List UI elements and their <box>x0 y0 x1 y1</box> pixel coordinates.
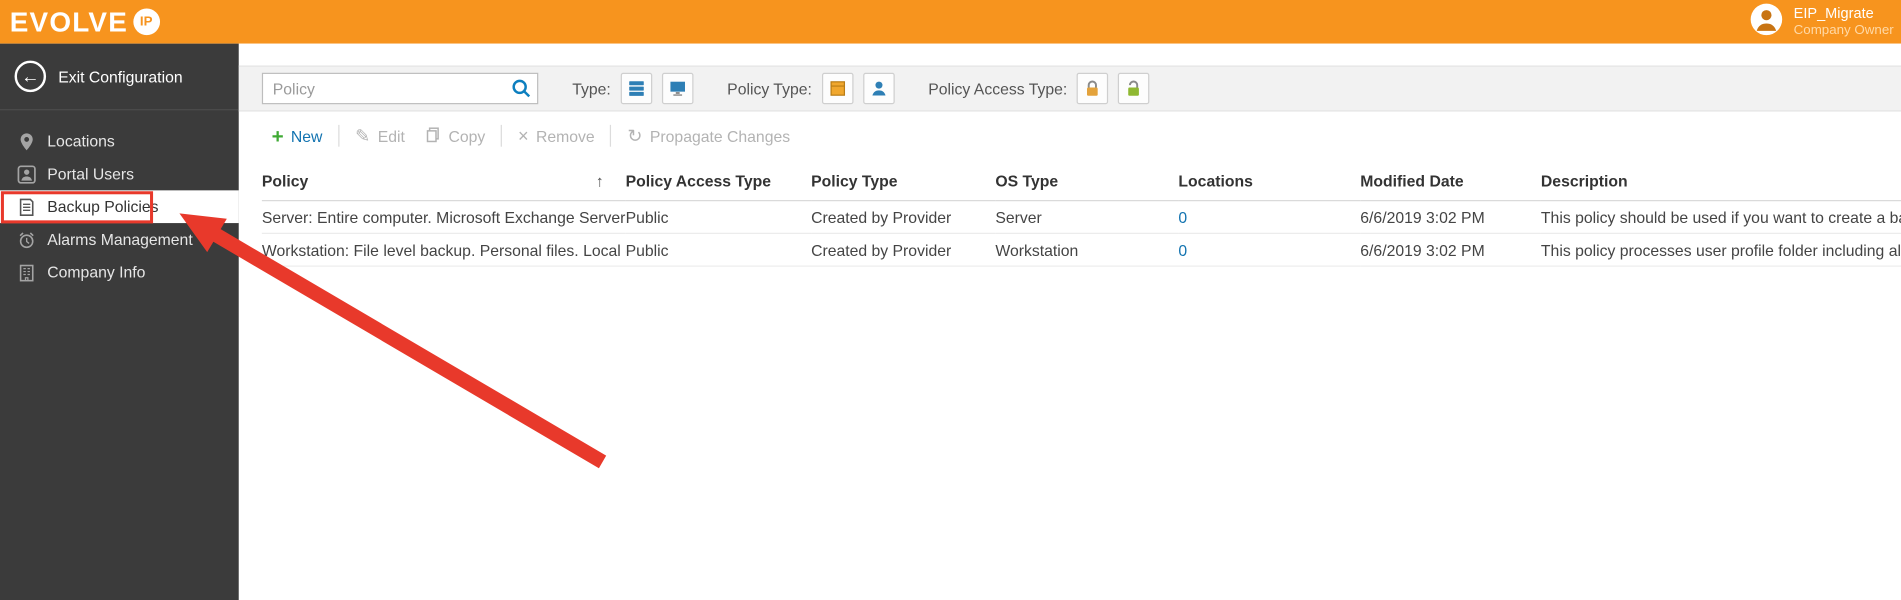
type-server-filter-button[interactable] <box>620 72 653 105</box>
copy-icon <box>424 125 441 146</box>
sidebar-item-label: Locations <box>47 132 115 151</box>
cell-os-type: Workstation <box>995 233 1179 267</box>
refresh-arrows-icon: ↻ <box>627 125 643 147</box>
user-role: Company Owner <box>1793 22 1894 38</box>
building-icon <box>17 262 36 281</box>
policy-type-provider-filter-button[interactable] <box>821 72 854 105</box>
locations-count-link[interactable]: 0 <box>1178 208 1187 226</box>
table-header-row: Policy ↑ Policy Access Type Policy Type … <box>261 160 1901 202</box>
propagate-changes-label: Propagate Changes <box>649 126 791 145</box>
cell-policy-access-type: Public <box>625 233 812 267</box>
remove-button[interactable]: × Remove <box>508 122 604 150</box>
column-header-policy[interactable]: Policy ↑ <box>261 160 626 202</box>
sidebar-item-label: Backup Policies <box>47 197 159 216</box>
toolbar-separator <box>610 124 612 147</box>
sort-ascending-icon: ↑ <box>595 172 604 191</box>
locations-count-link[interactable]: 0 <box>1178 241 1187 259</box>
policy-access-type-filter-group: Policy Access Type: <box>928 72 1150 105</box>
cell-modified-date: 6/6/2019 3:02 PM <box>1360 200 1541 234</box>
location-pin-icon <box>17 132 36 151</box>
sidebar-item-label: Portal Users <box>47 164 135 184</box>
cell-policy-type: Created by Provider <box>811 233 996 267</box>
user-name: EIP_Migrate <box>1793 4 1874 22</box>
toolbar-separator <box>338 124 340 147</box>
cell-policy-access-type: Public <box>625 200 812 234</box>
policy-type-filter-group: Policy Type: <box>727 72 895 105</box>
cell-modified-date: 6/6/2019 3:02 PM <box>1360 233 1541 267</box>
sidebar-item-alarms-management[interactable]: Alarms Management <box>0 223 239 256</box>
cell-description: This policy should be used if you want t… <box>1540 200 1901 234</box>
access-private-lock-filter-button[interactable] <box>1076 72 1109 105</box>
alarm-clock-icon <box>17 230 36 249</box>
remove-button-label: Remove <box>535 126 595 145</box>
cell-os-type: Server <box>995 200 1179 234</box>
propagate-changes-button[interactable]: ↻ Propagate Changes <box>618 122 800 150</box>
sidebar-divider <box>0 109 239 111</box>
sidebar-item-locations[interactable]: Locations <box>0 125 239 158</box>
cell-description: This policy processes user profile folde… <box>1540 233 1901 267</box>
actions-toolbar: + New ✎ Edit Copy × Remove ↻ Propagate C… <box>239 112 1901 160</box>
app-window: EVOLVE IP EIP_Migrate Company Owner ← Ex… <box>0 0 1901 600</box>
backup-policies-icon <box>17 197 36 216</box>
type-filter-label: Type: <box>572 79 611 98</box>
sidebar: ← Exit Configuration Locations Portal Us… <box>0 43 239 600</box>
pencil-icon: ✎ <box>355 125 371 147</box>
policy-access-type-filter-label: Policy Access Type: <box>928 79 1068 98</box>
new-button[interactable]: + New <box>262 121 332 151</box>
filter-bar: Type: Policy Type: Policy Access Type: <box>238 65 1901 112</box>
top-bar: EVOLVE IP EIP_Migrate Company Owner <box>0 0 1901 44</box>
x-icon: × <box>518 125 529 147</box>
column-header-modified-date[interactable]: Modified Date <box>1360 160 1541 202</box>
column-header-description[interactable]: Description <box>1540 160 1901 202</box>
policy-search <box>261 72 539 105</box>
copy-button-label: Copy <box>448 126 486 145</box>
toolbar-separator <box>501 124 503 147</box>
evolve-ip-logo: EVOLVE IP <box>9 5 160 37</box>
logo-text: EVOLVE <box>9 5 129 37</box>
table-row[interactable]: Server: Entire computer. Microsoft Excha… <box>261 200 1901 234</box>
user-menu[interactable]: EIP_Migrate Company Owner <box>1750 2 1894 42</box>
sidebar-item-portal-users[interactable]: Portal Users <box>0 158 239 191</box>
main-content: Type: Policy Type: Policy Access Type: <box>238 43 1901 600</box>
column-header-label: Policy <box>261 172 309 191</box>
exit-configuration-label: Exit Configuration <box>58 67 183 86</box>
plus-icon: + <box>271 124 284 148</box>
logo-ip-badge: IP <box>132 8 160 36</box>
cell-policy-type: Created by Provider <box>811 200 996 234</box>
column-header-policy-type[interactable]: Policy Type <box>811 160 996 202</box>
table-row[interactable]: Workstation: File level backup. Personal… <box>261 233 1901 267</box>
edit-button[interactable]: ✎ Edit <box>345 122 414 150</box>
type-filter-group: Type: <box>572 72 694 105</box>
type-workstation-filter-button[interactable] <box>661 72 694 105</box>
column-header-locations[interactable]: Locations <box>1178 160 1361 202</box>
edit-button-label: Edit <box>377 126 405 145</box>
sidebar-item-label: Company Info <box>47 263 146 282</box>
sidebar-item-company-info[interactable]: Company Info <box>0 256 239 289</box>
column-header-policy-access-type[interactable]: Policy Access Type <box>625 160 812 202</box>
policy-type-user-filter-button[interactable] <box>862 72 895 105</box>
portal-user-icon <box>17 164 36 184</box>
policy-type-filter-label: Policy Type: <box>727 79 812 98</box>
search-input[interactable] <box>261 72 539 105</box>
access-public-lock-filter-button[interactable] <box>1118 72 1150 105</box>
cell-policy: Workstation: File level backup. Personal… <box>261 233 626 267</box>
new-button-label: New <box>290 126 323 145</box>
policies-table: Policy ↑ Policy Access Type Policy Type … <box>261 160 1901 267</box>
avatar <box>1750 2 1784 42</box>
sidebar-item-backup-policies[interactable]: Backup Policies <box>0 190 239 224</box>
search-icon[interactable] <box>510 78 532 100</box>
sidebar-item-label: Alarms Management <box>47 230 193 249</box>
copy-button[interactable]: Copy <box>415 121 495 151</box>
cell-policy: Server: Entire computer. Microsoft Excha… <box>261 200 626 234</box>
back-arrow-icon: ← <box>14 60 47 93</box>
column-header-os-type[interactable]: OS Type <box>995 160 1179 202</box>
exit-configuration-button[interactable]: ← Exit Configuration <box>0 44 239 109</box>
